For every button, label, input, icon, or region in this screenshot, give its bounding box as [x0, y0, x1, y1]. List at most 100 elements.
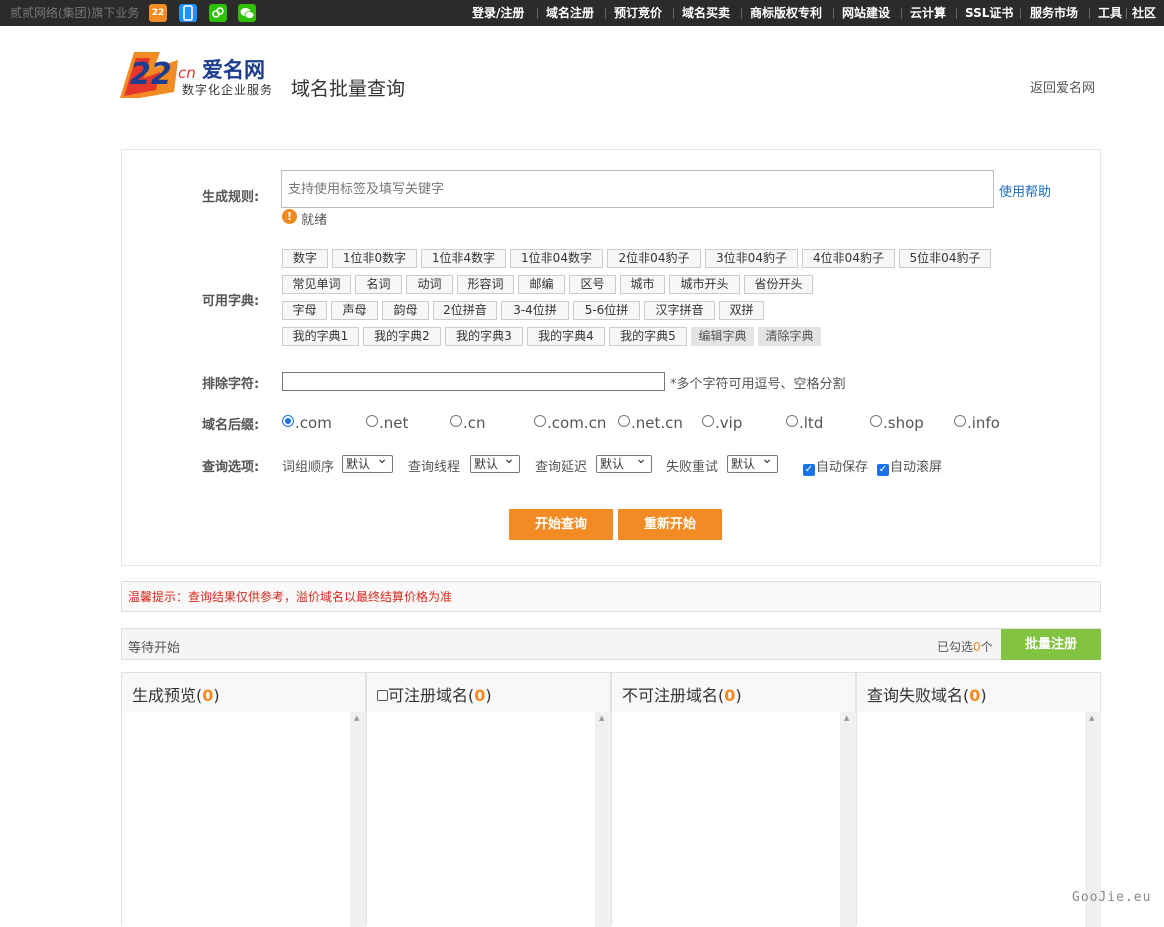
scrollbar[interactable]	[595, 712, 611, 927]
checkbox-checked-icon: ✓	[877, 464, 889, 476]
word-order-select[interactable]: 默认	[342, 451, 393, 473]
nav-trademark[interactable]: 商标版权专利	[750, 0, 822, 26]
dict-tag[interactable]: 常见单词	[282, 275, 351, 294]
checkbox-checked-icon: ✓	[803, 464, 815, 476]
exclude-input[interactable]	[282, 372, 665, 391]
preview-column: 生成预览(0)	[121, 672, 366, 927]
dict-tag[interactable]: 3-4位拼	[501, 301, 569, 320]
rule-input[interactable]	[281, 170, 994, 208]
dict-tag[interactable]: 名词	[355, 275, 402, 294]
wechat-icon[interactable]	[238, 4, 256, 22]
status-bar: 等待开始 已勾选0个 批量注册	[121, 628, 1101, 660]
back-home-link[interactable]: 返回爱名网	[1030, 77, 1095, 96]
auto-scroll-checkbox[interactable]: ✓ 自动滚屏	[877, 456, 942, 476]
suffix-radio-cn[interactable]: .cn	[450, 414, 486, 432]
dict-tag[interactable]: 邮编	[518, 275, 565, 294]
dict-tag[interactable]: 2位拼音	[433, 301, 497, 320]
dict-tag[interactable]: 城市开头	[669, 275, 740, 294]
suffix-radio-ltd[interactable]: .ltd	[786, 414, 823, 432]
rule-label: 生成规则:	[202, 190, 260, 205]
dict-tag[interactable]: 声母	[331, 301, 378, 320]
scrollbar[interactable]	[840, 712, 856, 927]
nav-divider	[1089, 8, 1090, 19]
nav-domain-register[interactable]: 域名注册	[546, 0, 594, 26]
nav-login[interactable]: 登录/注册	[472, 0, 524, 26]
unavailable-column: 不可注册域名(0)	[611, 672, 856, 927]
mobile-icon[interactable]	[179, 4, 197, 22]
warning-icon: !	[282, 209, 297, 224]
start-query-button[interactable]: 开始查询	[509, 509, 613, 540]
retry-select[interactable]: 默认	[727, 451, 778, 473]
auto-save-checkbox[interactable]: ✓ 自动保存	[803, 456, 868, 476]
nav-community[interactable]: 社区	[1132, 0, 1156, 26]
radio-icon	[534, 415, 546, 427]
dict-tag[interactable]: 数字	[282, 249, 328, 268]
nav-cloud[interactable]: 云计算	[910, 0, 946, 26]
dict-tag[interactable]: 3位非04豹子	[705, 249, 798, 268]
suffix-label: 域名后缀:	[202, 418, 260, 433]
nav-website[interactable]: 网站建设	[842, 0, 890, 26]
suffix-radio-netcn[interactable]: .net.cn	[618, 414, 683, 432]
suffix-radio-info[interactable]: .info	[954, 414, 1000, 432]
thread-select[interactable]: 默认	[470, 451, 520, 473]
my-dict-tag[interactable]: 我的字典1	[282, 327, 359, 346]
dict-tag[interactable]: 2位非04豹子	[607, 249, 701, 268]
nav-tools[interactable]: 工具	[1098, 0, 1122, 26]
dict-tag[interactable]: 4位非04豹子	[802, 249, 895, 268]
dict-tag[interactable]: 5-6位拼	[573, 301, 640, 320]
edit-dict-button[interactable]: 编辑字典	[691, 327, 754, 346]
radio-checked-icon	[282, 415, 294, 427]
22-app-icon[interactable]: 22	[149, 4, 167, 22]
preview-textarea[interactable]	[122, 712, 350, 927]
dict-tag[interactable]: 1位非4数字	[421, 249, 506, 268]
available-textarea[interactable]	[367, 712, 595, 927]
dict-tag[interactable]: 城市	[620, 275, 665, 294]
suffix-radio-vip[interactable]: .vip	[702, 414, 742, 432]
column-header: 生成预览(0)	[132, 686, 220, 705]
dict-tag[interactable]: 省份开头	[744, 275, 813, 294]
nav-ssl[interactable]: SSL证书	[965, 0, 1013, 26]
nav-booking[interactable]: 预订竞价	[614, 0, 662, 26]
column-header: 不可注册域名(0)	[622, 686, 742, 705]
dict-tag[interactable]: 区号	[569, 275, 616, 294]
nav-divider	[1020, 8, 1021, 19]
scrollbar[interactable]	[350, 712, 366, 927]
dict-tag[interactable]: 形容词	[457, 275, 514, 294]
clear-dict-button[interactable]: 清除字典	[758, 327, 821, 346]
dict-tag[interactable]: 双拼	[719, 301, 764, 320]
help-link[interactable]: 使用帮助	[999, 181, 1051, 200]
nav-domain-trade[interactable]: 域名买卖	[682, 0, 730, 26]
option-label: 查询延迟	[535, 460, 588, 475]
site-logo[interactable]: 22 cn 爱名网 数字化企业服务	[120, 48, 282, 100]
suffix-radio-com[interactable]: .com	[282, 414, 332, 432]
my-dict-tag[interactable]: 我的字典3	[445, 327, 523, 346]
my-dict-tag[interactable]: 我的字典5	[609, 327, 687, 346]
my-dict-tag[interactable]: 我的字典4	[527, 327, 605, 346]
suffix-radio-comcn[interactable]: .com.cn	[534, 414, 606, 432]
options-label: 查询选项:	[202, 460, 260, 475]
delay-select[interactable]: 默认	[596, 451, 652, 473]
column-header: 查询失败域名(0)	[867, 686, 987, 705]
suffix-radio-net[interactable]: .net	[366, 414, 408, 432]
my-dict-tag[interactable]: 我的字典2	[363, 327, 441, 346]
dict-tag[interactable]: 1位非04数字	[510, 249, 603, 268]
failed-textarea[interactable]	[857, 712, 1085, 927]
batch-register-button[interactable]: 批量注册	[1001, 629, 1101, 660]
dict-tag[interactable]: 韵母	[382, 301, 429, 320]
restart-button[interactable]: 重新开始	[618, 509, 722, 540]
dict-tag[interactable]: 5位非04豹子	[899, 249, 991, 268]
option-label: 失败重试	[666, 460, 719, 475]
select-all-checkbox[interactable]	[377, 690, 388, 701]
page-title: 域名批量查询	[291, 78, 406, 100]
miniprogram-icon[interactable]	[209, 4, 227, 22]
dict-tag[interactable]: 汉字拼音	[644, 301, 715, 320]
option-label: 查询线程	[408, 460, 461, 475]
dict-tag[interactable]: 1位非0数字	[332, 249, 417, 268]
nav-divider	[833, 8, 834, 19]
unavailable-textarea[interactable]	[612, 712, 840, 927]
nav-divider	[673, 8, 674, 19]
dict-tag[interactable]: 动词	[406, 275, 453, 294]
suffix-radio-shop[interactable]: .shop	[870, 414, 924, 432]
dict-tag[interactable]: 字母	[282, 301, 327, 320]
nav-service-market[interactable]: 服务市场	[1030, 0, 1078, 26]
